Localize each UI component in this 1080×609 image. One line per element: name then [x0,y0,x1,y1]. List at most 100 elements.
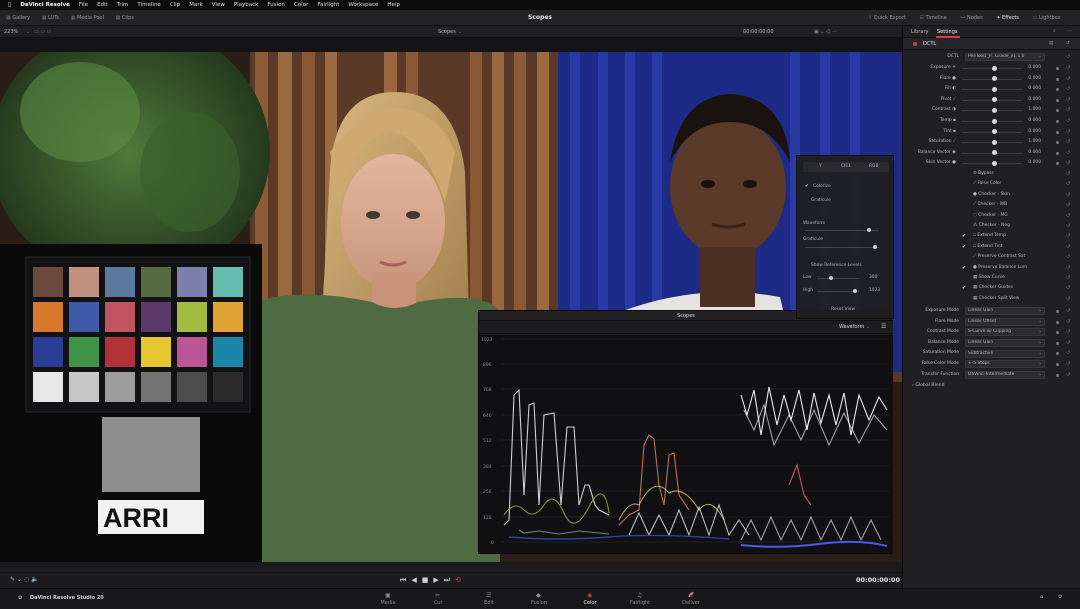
reset-icon[interactable]: ↺ [1066,74,1070,85]
page-fusion[interactable]: ◆ Fusion [514,589,564,609]
keyframe-dot-icon[interactable] [1056,373,1059,377]
param-value[interactable]: 0.000 [1025,74,1041,85]
param-value[interactable]: 1.000 [1025,137,1041,148]
keyframe-dot-icon[interactable] [1056,341,1059,345]
mode-select[interactable]: S-Curve w/ Clipping ⌄ [965,328,1045,337]
loop-icon[interactable]: ⟲ [455,576,466,584]
video-viewer[interactable]: ARRI Scopes Waveform ⌄ ☰ 1023 896 768 64… [0,52,902,562]
tab-luts[interactable]: LUTs [48,15,59,21]
play-icon[interactable]: ▶ [433,576,443,584]
reset-icon[interactable]: ↺ [1066,169,1070,180]
tab-timeline[interactable]: Timeline [926,15,947,21]
option-row[interactable]: ✔ ▦ Checker Guides ↺ [903,283,1080,294]
param-value[interactable]: 0.000 [1025,127,1041,138]
reset-icon[interactable]: ↺ [1066,63,1070,74]
menu-trim[interactable]: Trim [117,0,129,10]
reset-icon[interactable]: ↺ [1066,263,1070,274]
keyframe-dot-icon[interactable] [1056,88,1059,92]
global-blend-section[interactable]: › Global Blend [912,383,945,388]
step-back-icon[interactable]: ◀ [411,576,421,584]
menu-help[interactable]: Help [387,0,400,10]
mode-select[interactable]: Linear Gain ⌄ [965,307,1045,316]
reset-icon[interactable]: ↺ [1066,294,1070,305]
reset-icon[interactable]: ↺ [1066,273,1070,284]
checkmark-icon[interactable]: ✔ [962,283,966,294]
skip-back-icon[interactable]: ⏮ [400,576,411,584]
high-value[interactable]: 1023 [869,288,880,293]
graticule-slider-knob[interactable] [873,245,877,249]
tab-nodes[interactable]: Nodes [967,15,983,21]
reset-icon[interactable]: ↺ [1066,158,1070,169]
reset-icon[interactable]: ↺ [1066,137,1070,148]
viewer-label[interactable]: Scopes [438,26,456,38]
reset-icon[interactable]: ↺ [1066,221,1070,232]
param-slider-knob[interactable] [992,118,997,124]
option-row[interactable]: ✔ ▫ Extend Tint ↺ [903,242,1080,253]
keyframe-dot-icon[interactable] [1056,67,1059,70]
high-slider-knob[interactable] [853,289,857,293]
reset-icon[interactable]: ↺ [1066,211,1070,222]
reset-effect-icon[interactable]: ↺ [1066,41,1070,46]
reset-icon[interactable]: ↺ [1066,52,1070,63]
checkmark-icon[interactable]: ✔ [962,242,966,253]
reset-icon[interactable]: ↺ [1066,370,1070,381]
page-cut[interactable]: ✂ Cut [413,589,463,609]
menu-mark[interactable]: Mark [189,0,203,10]
keyframe-dot-icon[interactable] [1056,331,1059,335]
more-options-icon[interactable]: ⋯ [1067,28,1072,34]
tab-effects[interactable]: Effects [1002,15,1019,21]
param-slider-knob[interactable] [992,160,997,166]
reset-icon[interactable]: ↺ [1066,190,1070,201]
param-slider-knob[interactable] [992,76,997,82]
mode-select[interactable]: +-5 Stops ⌄ [965,360,1045,369]
option-row[interactable]: ⊘ Bypass ↺ [903,169,1080,180]
reset-icon[interactable]: ↺ [1066,95,1070,106]
keyframe-dot-icon[interactable] [1056,310,1059,313]
menu-fusion[interactable]: Fusion [267,0,285,10]
apple-menu-icon[interactable]:  [8,0,11,10]
menu-edit[interactable]: Edit [97,0,108,10]
low-value[interactable]: 300 [869,275,877,280]
reset-icon[interactable]: ↺ [1066,179,1070,190]
viewer-options-icon[interactable]: ▣ ⌄ ⌬ ⋯ [814,26,837,38]
scope-settings-icon[interactable]: ☰ [881,323,889,331]
option-row[interactable]: ⟋ Checker - WB ↺ [903,200,1080,211]
show-reference-levels[interactable]: Show Reference Levels [811,263,862,268]
keyframe-dot-icon[interactable] [1056,151,1059,155]
checkmark-icon[interactable]: ✔ [962,231,966,242]
reset-view-button[interactable]: Reset View [831,307,855,312]
option-row[interactable]: ⟋ False Color ↺ [903,179,1080,190]
tab-clips[interactable]: Clips [122,15,134,21]
low-slider[interactable] [817,278,859,279]
reset-icon[interactable]: ↺ [1066,317,1070,328]
option-row[interactable]: ⁂ Checker - Neg ↺ [903,221,1080,232]
keyframe-dot-icon[interactable] [1056,98,1059,102]
reset-icon[interactable]: ↺ [1066,306,1070,317]
waveform-slider-knob[interactable] [867,228,871,232]
keyframe-dot-icon[interactable] [1056,141,1059,145]
reset-icon[interactable]: ↺ [1066,327,1070,338]
param-slider-knob[interactable] [992,97,997,103]
trash-icon[interactable]: ▤ [1049,41,1053,46]
param-value[interactable]: 0.000 [1025,158,1041,169]
menu-fairlight[interactable]: Fairlight [317,0,339,10]
tab-cie1[interactable]: CIE1 [841,164,851,169]
app-menu[interactable]: DaVinci Resolve [20,0,70,10]
checkmark-icon[interactable]: ✔ [805,184,809,189]
option-row[interactable]: ◌ Checker - MG ↺ [903,211,1080,222]
tab-y[interactable]: Y [819,164,822,169]
tab-gallery[interactable]: Gallery [12,15,30,21]
mode-select[interactable]: Subtractive ⌄ [965,349,1045,358]
viewer-chevron-icon[interactable]: ⌄ [458,26,462,38]
keyframe-dot-icon[interactable] [1056,320,1059,324]
keyframe-dot-icon[interactable] [1056,363,1059,366]
option-row[interactable]: ⟋ Preserve Contrast Sat ↺ [903,252,1080,263]
option-row[interactable]: ✔ ▫ Extend Temp ↺ [903,231,1080,242]
search-icon[interactable]: ⌕ [1053,28,1056,34]
keyframe-dot-icon[interactable] [1056,109,1059,113]
checkmark-icon[interactable]: ✔ [962,263,966,274]
keyframe-dot-icon[interactable] [1056,77,1059,81]
option-row[interactable]: ● Checker - Skin ↺ [903,190,1080,201]
reset-icon[interactable]: ↺ [1066,242,1070,253]
keyframe-dot-icon[interactable] [1056,352,1059,356]
